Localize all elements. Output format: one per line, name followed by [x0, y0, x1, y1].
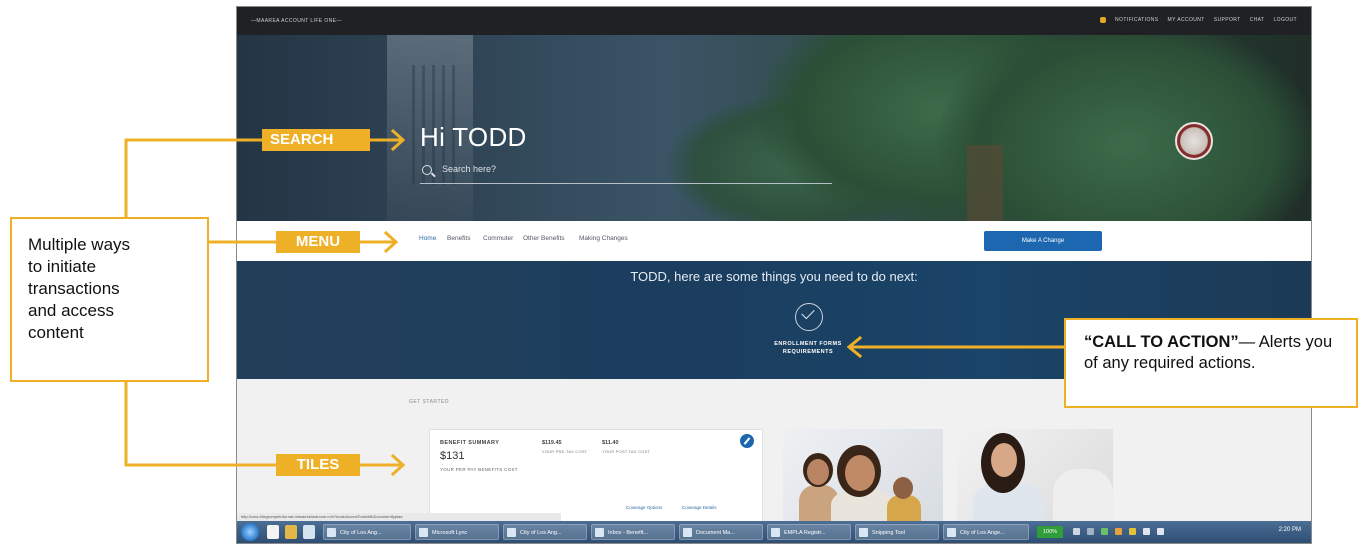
- cta-annotation-dash: —: [1238, 333, 1256, 351]
- cta-annotation-heading: “CALL TO ACTION”: [1084, 333, 1239, 351]
- tiles-tag: TILES: [276, 454, 360, 476]
- menu-tag: MENU: [276, 231, 360, 253]
- search-connector-line: [124, 138, 264, 219]
- call-to-action-annotation: “CALL TO ACTION”— Alerts you of any requ…: [1064, 318, 1358, 408]
- search-tag: SEARCH: [262, 129, 370, 151]
- left-annotation-note: Multiple ways to initiate transactions a…: [10, 217, 209, 382]
- tiles-connector-line: [124, 380, 278, 467]
